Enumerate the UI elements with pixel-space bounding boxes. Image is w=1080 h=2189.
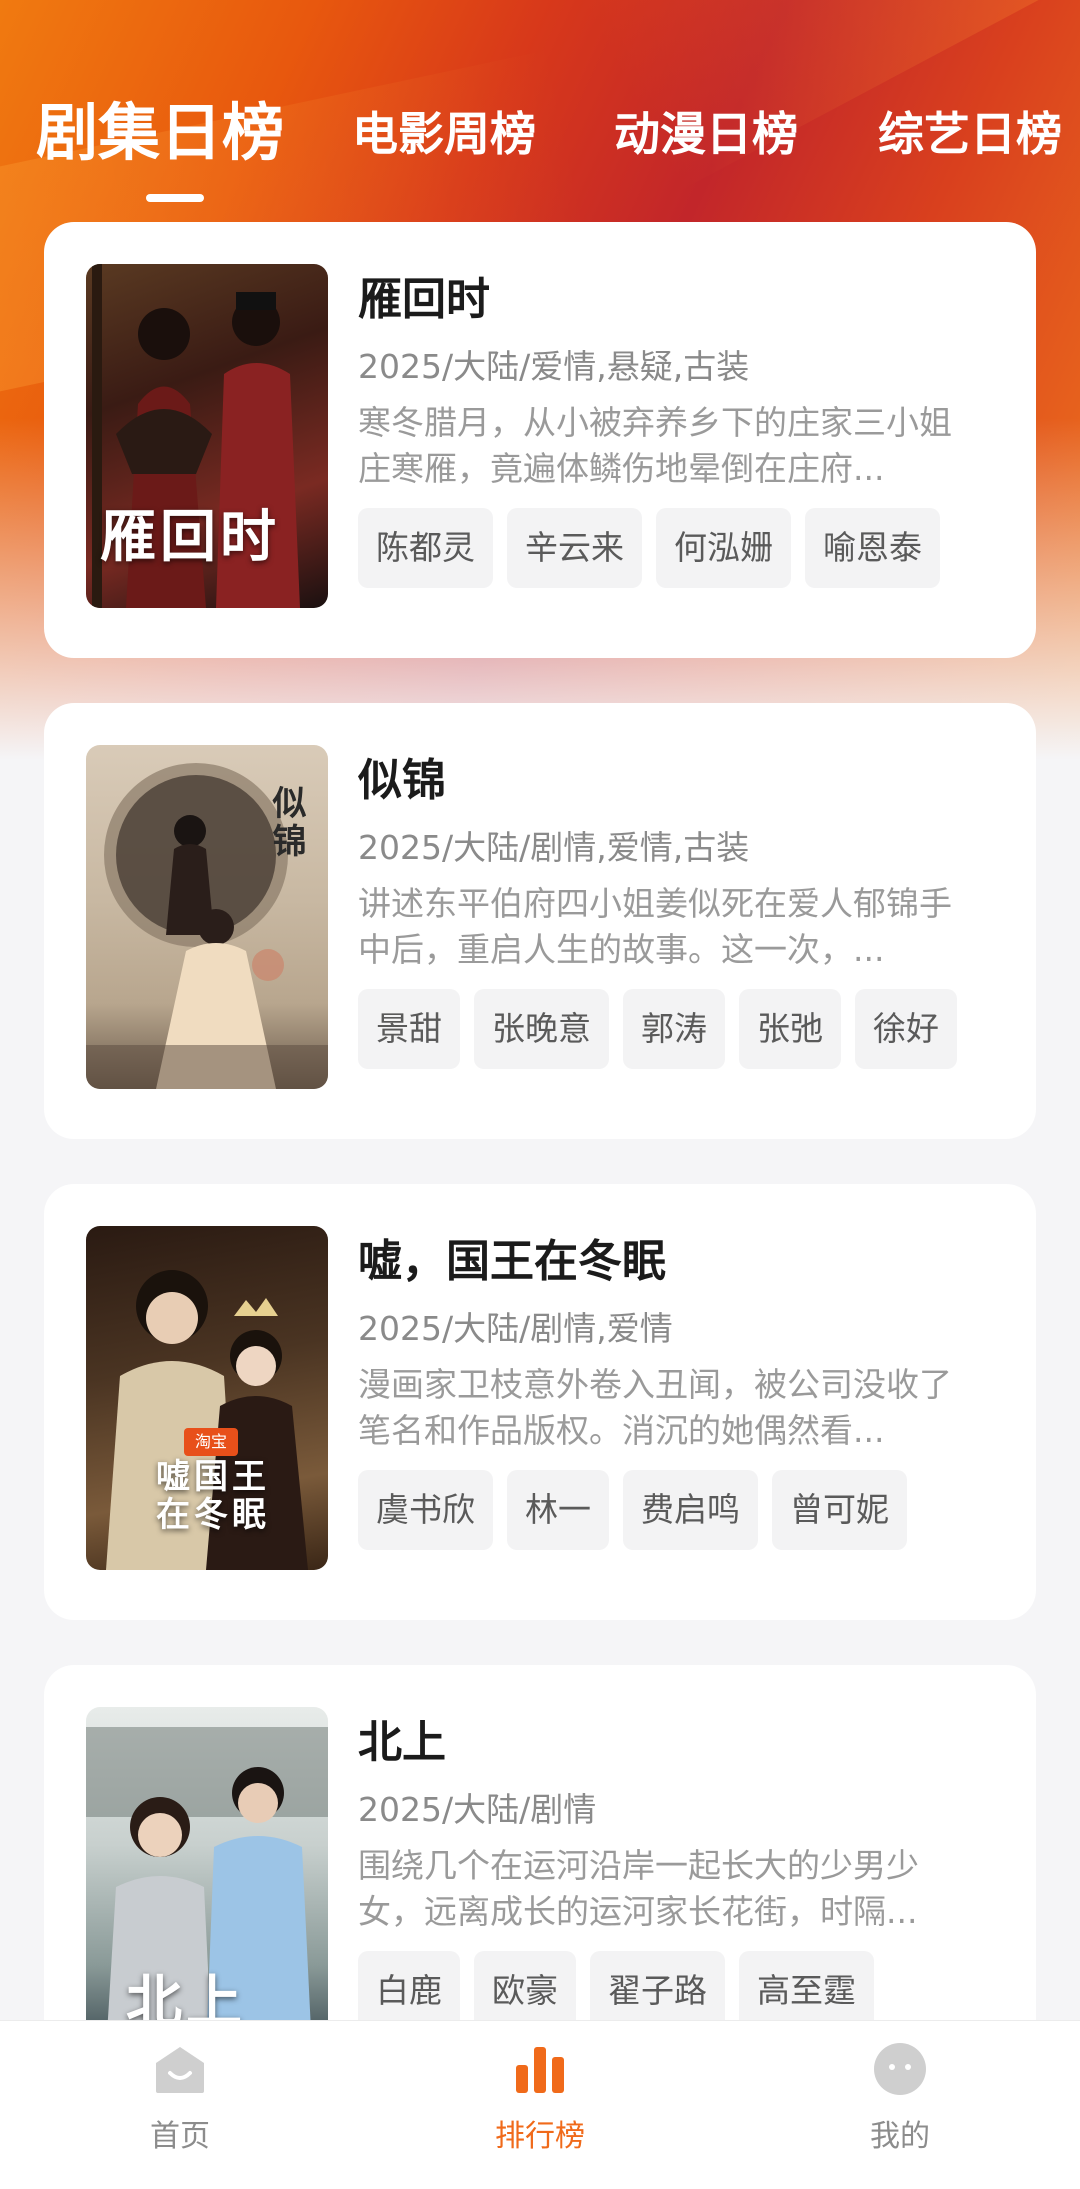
- cast-chip[interactable]: 喻恩泰: [805, 508, 940, 588]
- show-card[interactable]: 雁回时 雁回时 2025/大陆/爱情,悬疑,古装 寒冬腊月，从小被弃养乡下的庄家…: [44, 222, 1036, 658]
- show-info: 似锦 2025/大陆/剧情,爱情,古装 讲述东平伯府四小姐姜似死在爱人郁锦手中后…: [358, 751, 998, 1069]
- cast-list: 白鹿 欧豪 翟子路 高至霆: [358, 1951, 998, 2031]
- cast-chip[interactable]: 白鹿: [358, 1951, 460, 2031]
- cast-chip[interactable]: 费启鸣: [623, 1470, 758, 1550]
- ranking-icon: [512, 2041, 568, 2097]
- poster-title-art: 似锦: [266, 785, 306, 861]
- show-poster[interactable]: 雁回时: [86, 264, 328, 608]
- cast-list: 陈都灵 辛云来 何泓姗 喻恩泰: [358, 508, 998, 588]
- cast-chip[interactable]: 林一: [507, 1470, 609, 1550]
- show-card[interactable]: 似锦 似锦 2025/大陆/剧情,爱情,古装 讲述东平伯府四小姐姜似死在爱人郁锦…: [44, 703, 1036, 1139]
- nav-ranking-label: 排行榜: [495, 2119, 585, 2154]
- show-title[interactable]: 北上: [358, 1713, 998, 1773]
- profile-icon: [872, 2041, 928, 2097]
- cast-list: 虞书欣 林一 费启鸣 曾可妮: [358, 1470, 998, 1550]
- show-description: 漫画家卫枝意外卷入丑闻，被公司没收了笔名和作品版权。消沉的她偶然看...: [358, 1365, 952, 1450]
- show-meta: 2025/大陆/爱情,悬疑,古装: [358, 347, 750, 386]
- cast-chip[interactable]: 曾可妮: [772, 1470, 907, 1550]
- cast-chip[interactable]: 张弛: [739, 989, 841, 1069]
- show-meta: 2025/大陆/剧情,爱情: [358, 1309, 673, 1348]
- tab-variety-daily[interactable]: 综艺日榜: [878, 98, 1062, 164]
- poster-title-art: 嘘国王在冬眠: [156, 1457, 270, 1535]
- cast-chip[interactable]: 景甜: [358, 989, 460, 1069]
- nav-profile-label: 我的: [870, 2119, 930, 2154]
- tab-movie-weekly[interactable]: 电影周榜: [352, 98, 536, 164]
- platform-badge: 淘宝: [184, 1428, 238, 1456]
- show-description: 寒冬腊月，从小被弃养乡下的庄家三小姐庄寒雁，竟遍体鳞伤地晕倒在庄府...: [358, 403, 952, 488]
- nav-home[interactable]: 首页: [100, 2041, 260, 2155]
- nav-profile[interactable]: 我的: [820, 2041, 980, 2155]
- cast-chip[interactable]: 何泓姗: [656, 508, 791, 588]
- nav-home-label: 首页: [150, 2119, 210, 2154]
- cast-chip[interactable]: 辛云来: [507, 508, 642, 588]
- cast-chip[interactable]: 虞书欣: [358, 1470, 493, 1550]
- show-meta: 2025/大陆/剧情: [358, 1790, 597, 1829]
- show-description: 围绕几个在运河沿岸一起长大的少男少女，远离成长的运河家长花街，时隔...: [358, 1846, 919, 1931]
- show-description: 讲述东平伯府四小姐姜似死在爱人郁锦手中后，重启人生的故事。这一次，...: [358, 884, 952, 969]
- active-tab-indicator: [146, 194, 204, 202]
- show-title[interactable]: 嘘，国王在冬眠: [358, 1232, 998, 1292]
- cast-chip[interactable]: 郭涛: [623, 989, 725, 1069]
- cast-chip[interactable]: 张晚意: [474, 989, 609, 1069]
- show-meta: 2025/大陆/剧情,爱情,古装: [358, 828, 750, 867]
- cast-chip[interactable]: 欧豪: [474, 1951, 576, 2031]
- home-icon: [152, 2041, 208, 2097]
- app-root: 剧集日榜 电影周榜 动漫日榜 综艺日榜 雁回时 雁回时 2025/大陆/爱情,悬…: [0, 0, 1080, 2189]
- show-info: 嘘，国王在冬眠 2025/大陆/剧情,爱情 漫画家卫枝意外卷入丑闻，被公司没收了…: [358, 1232, 998, 1550]
- tab-anime-daily[interactable]: 动漫日榜: [614, 98, 798, 164]
- bottom-navigation: 首页 排行榜 我的: [0, 2020, 1080, 2189]
- show-title[interactable]: 雁回时: [358, 270, 998, 330]
- show-card[interactable]: 淘宝 嘘国王在冬眠 嘘，国王在冬眠 2025/大陆/剧情,爱情 漫画家卫枝意外卷…: [44, 1184, 1036, 1620]
- cast-list: 景甜 张晚意 郭涛 张弛 徐好: [358, 989, 998, 1069]
- show-poster[interactable]: 似锦: [86, 745, 328, 1089]
- show-info: 北上 2025/大陆/剧情 围绕几个在运河沿岸一起长大的少男少女，远离成长的运河…: [358, 1713, 998, 2031]
- nav-ranking[interactable]: 排行榜: [460, 2041, 620, 2155]
- tab-drama-daily[interactable]: 剧集日榜: [36, 82, 284, 172]
- cast-chip[interactable]: 陈都灵: [358, 508, 493, 588]
- show-title[interactable]: 似锦: [358, 751, 998, 811]
- poster-title-art: 雁回时: [100, 504, 280, 570]
- cast-chip[interactable]: 高至霆: [739, 1951, 874, 2031]
- show-info: 雁回时 2025/大陆/爱情,悬疑,古装 寒冬腊月，从小被弃养乡下的庄家三小姐庄…: [358, 270, 998, 588]
- show-poster[interactable]: 北上: [86, 1707, 328, 2051]
- show-poster[interactable]: 淘宝 嘘国王在冬眠: [86, 1226, 328, 1570]
- cast-chip[interactable]: 翟子路: [590, 1951, 725, 2031]
- cast-chip[interactable]: 徐好: [855, 989, 957, 1069]
- ranking-tabs: 剧集日榜 电影周榜 动漫日榜 综艺日榜: [0, 90, 1080, 210]
